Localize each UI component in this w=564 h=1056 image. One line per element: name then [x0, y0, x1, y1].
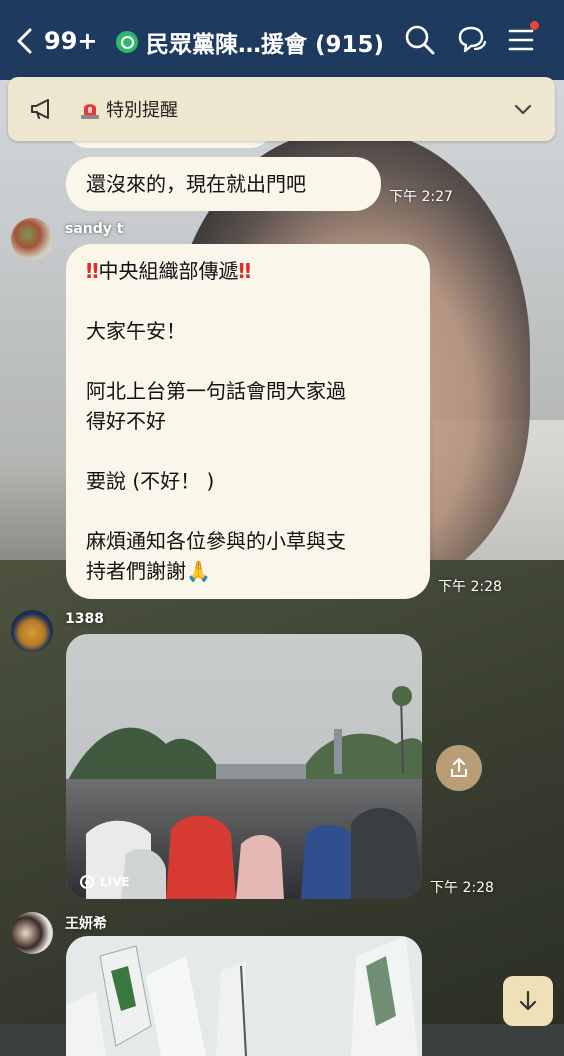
- rally-crowd-photo: [66, 634, 422, 899]
- message-heading: 中央組織部傳遞: [98, 259, 239, 283]
- share-button[interactable]: [436, 745, 482, 791]
- announcement-text: 特別提醒: [106, 100, 178, 121]
- message-text: 還沒來的，現在就出門吧: [86, 172, 306, 196]
- message-line: 大家午安！: [86, 319, 186, 343]
- message-bubble[interactable]: 還沒來的，現在就出門吧: [66, 157, 381, 211]
- chat-bubbles-icon: [458, 26, 487, 53]
- megaphone-icon: [31, 99, 49, 119]
- chevron-left-icon: [17, 28, 32, 54]
- avatar[interactable]: [11, 610, 53, 652]
- avatar[interactable]: [11, 912, 53, 954]
- chat-list-button[interactable]: [455, 23, 489, 57]
- sender-name: sandy t: [65, 221, 124, 237]
- live-icon: [80, 875, 94, 889]
- flags-photo: [66, 936, 422, 1056]
- message-time: 下午 2:28: [438, 579, 502, 595]
- message-line: 麻煩通知各位參與的小草與支 持者們謝謝🙏: [86, 529, 346, 583]
- message-line: 要說 (不好！ ): [86, 469, 215, 493]
- message-bubble[interactable]: ‼中央組織部傳遞‼ 大家午安！ 阿北上台第一句話會問大家過 得好不好 要說 (不…: [66, 244, 430, 599]
- double-exclamation-icon: ‼: [86, 259, 99, 283]
- chat-title-area[interactable]: 民眾黨陳…援會 (915): [116, 25, 384, 59]
- group-badge-icon: [116, 31, 138, 53]
- sender-name: 1388: [65, 611, 104, 627]
- chevron-down-icon[interactable]: [513, 99, 533, 119]
- search-icon: [405, 25, 435, 55]
- photo-message[interactable]: [66, 936, 422, 1056]
- back-button[interactable]: 99+: [14, 24, 98, 58]
- double-exclamation-icon: ‼: [238, 259, 252, 283]
- share-icon: [451, 758, 467, 777]
- scroll-to-bottom-button[interactable]: [503, 976, 553, 1026]
- chat-title: 民眾黨陳…援會 (915): [146, 32, 385, 58]
- message-text: ‼中央組織部傳遞‼: [86, 256, 410, 286]
- siren-icon: [81, 104, 99, 119]
- photo-message[interactable]: LIVE: [66, 634, 422, 899]
- arrow-down-icon: [519, 990, 537, 1011]
- announcement-bar[interactable]: 特別提醒: [8, 77, 555, 141]
- chat-header: 99+ 民眾黨陳…援會 (915): [0, 0, 564, 80]
- menu-button[interactable]: [505, 21, 539, 57]
- sender-name: 王妍希: [65, 916, 107, 932]
- avatar[interactable]: [11, 218, 53, 260]
- live-photo-badge: LIVE: [80, 875, 130, 889]
- message-time: 下午 2:27: [389, 189, 453, 205]
- message-line: 阿北上台第一句話會問大家過 得好不好: [86, 379, 346, 433]
- live-label: LIVE: [100, 875, 130, 889]
- message-time: 下午 2:28: [430, 880, 494, 896]
- search-button[interactable]: [403, 23, 437, 57]
- unread-count: 99+: [44, 27, 98, 55]
- notification-dot: [530, 21, 539, 30]
